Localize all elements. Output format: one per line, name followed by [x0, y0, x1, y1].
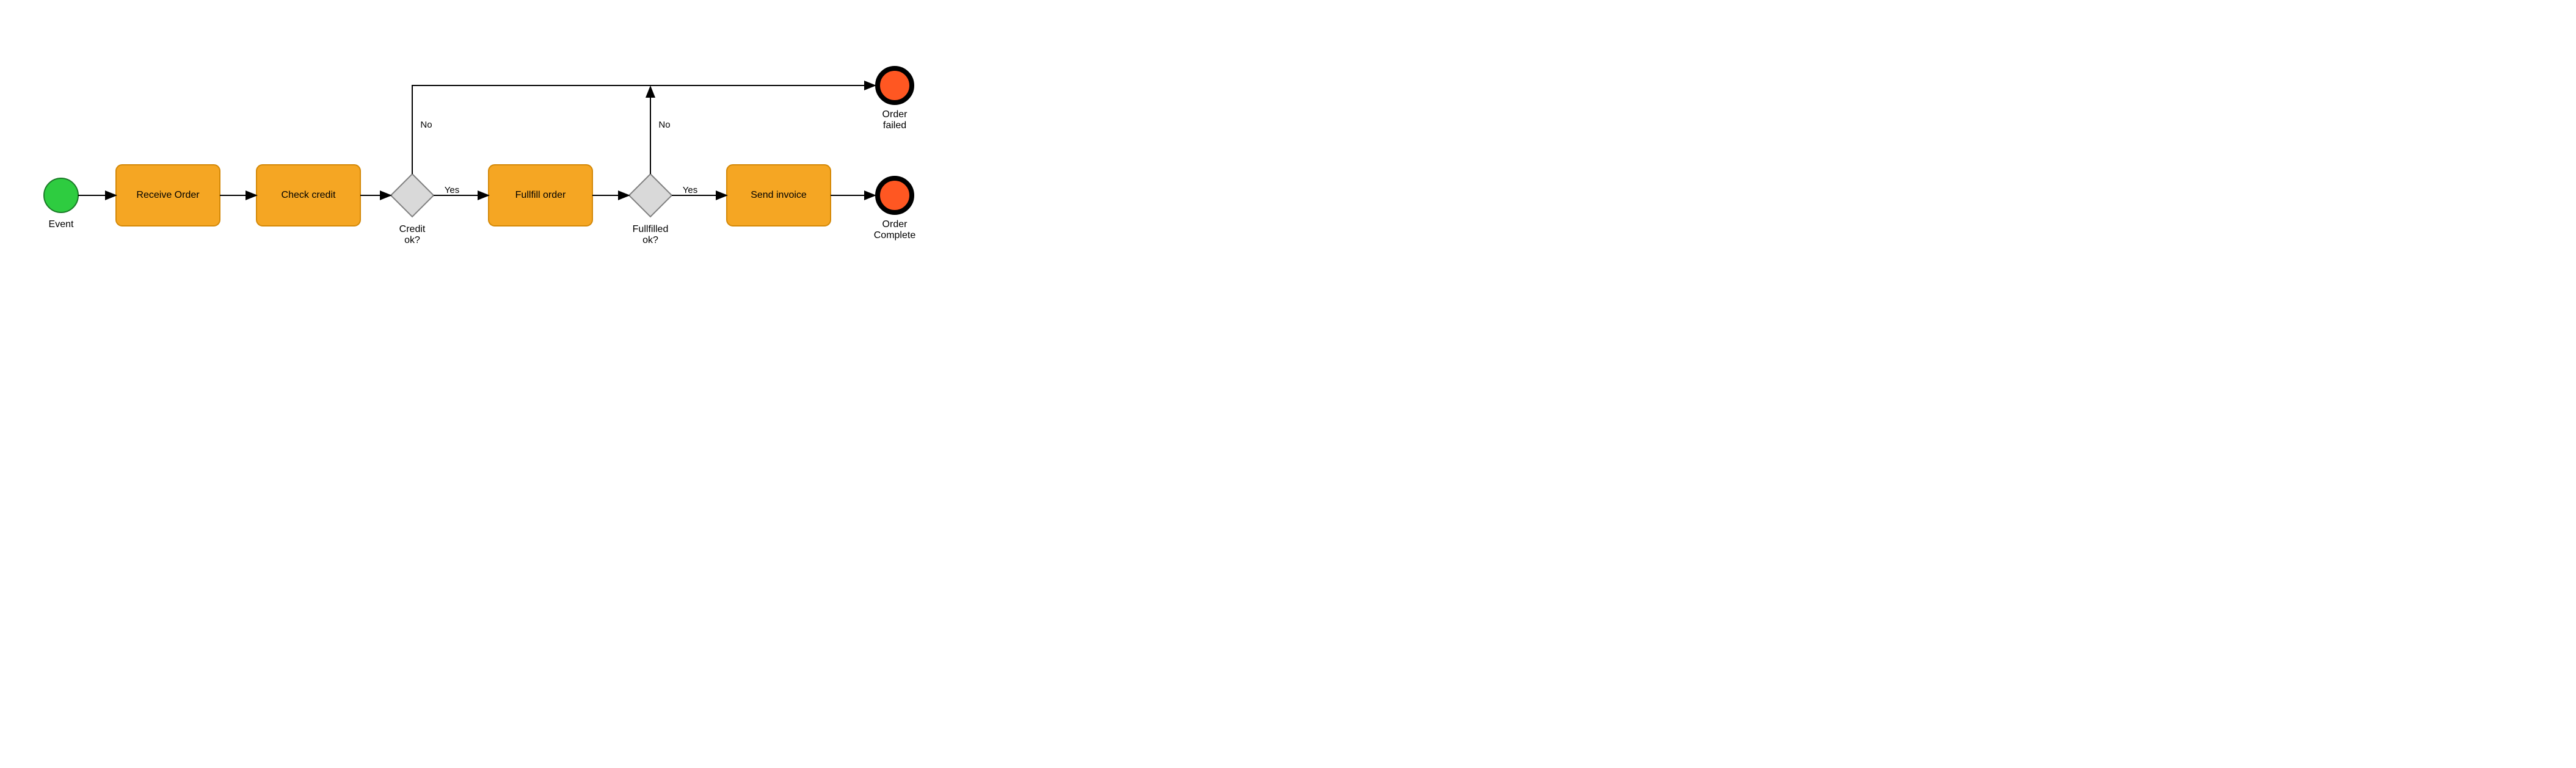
gateway-credit-ok-label-1-line1: Credit [399, 224, 426, 234]
task-check-credit[interactable]: Check credit [257, 165, 360, 226]
end-event-failed[interactable] [878, 68, 912, 103]
end-event-complete[interactable] [878, 178, 912, 212]
task-fulfill-order-label: Fullfill order [515, 190, 566, 200]
end-event-failed-label-2: failed [883, 120, 906, 131]
task-send-invoice[interactable]: Send invoice [727, 165, 831, 226]
flow-credit-yes-label: Yes [445, 185, 459, 195]
task-send-invoice-label: Send invoice [751, 190, 807, 200]
task-receive-order-label: Receive Order [136, 190, 200, 200]
end-event-complete-label-1: Order [882, 219, 908, 230]
flow-fulfilled-yes-label: Yes [683, 185, 697, 195]
task-receive-order[interactable]: Receive Order [116, 165, 220, 226]
gateway-fulfilled-ok-label-line1: Fullfilled [633, 224, 669, 234]
task-fulfill-order[interactable]: Fullfill order [489, 165, 592, 226]
end-event-complete-label-2: Complete [874, 230, 916, 241]
gateway-fulfilled-ok-label-line2: ok? [642, 235, 658, 245]
gateway-fulfilled-ok[interactable] [629, 174, 672, 217]
flow-credit-no [412, 85, 875, 174]
gateway-credit-ok[interactable] [391, 174, 434, 217]
task-check-credit-label: Check credit [282, 190, 336, 200]
flow-fulfilled-no-label: No [658, 120, 670, 130]
end-event-failed-label-1: Order [882, 109, 908, 120]
flow-credit-no-label: No [420, 120, 432, 130]
diagram-canvas: Event Receive Order Check credit Fullfil… [0, 0, 953, 281]
gateway-credit-ok-label-1-line2: ok? [404, 235, 420, 245]
start-event-label: Event [49, 219, 74, 230]
start-event[interactable] [44, 178, 78, 212]
